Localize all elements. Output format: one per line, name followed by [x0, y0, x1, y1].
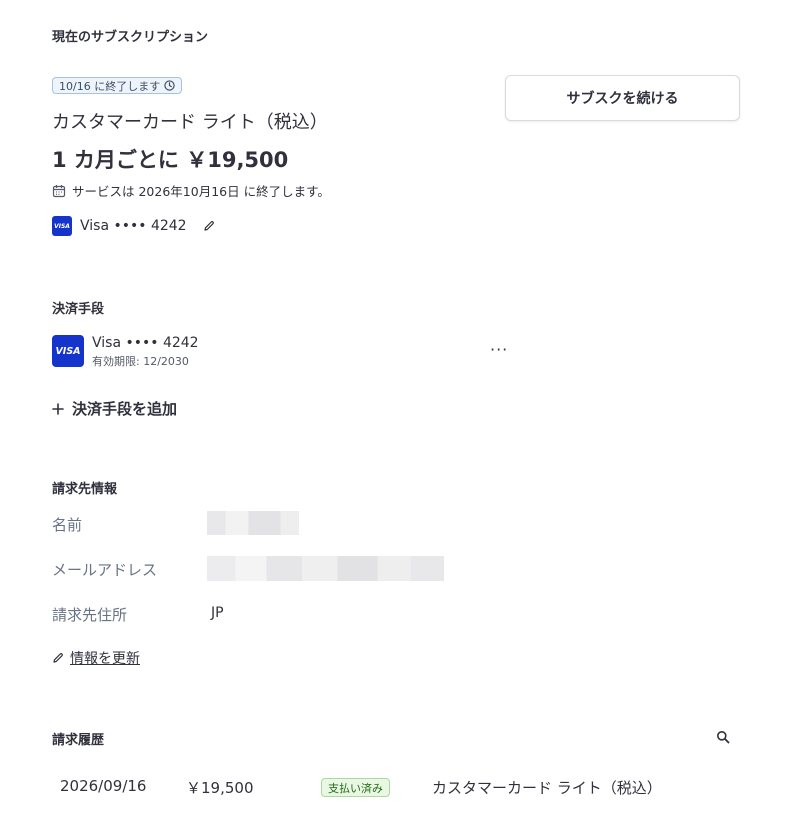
billing-info-title: 請求先情報 — [52, 482, 118, 497]
email-label: メールアドレス — [52, 561, 158, 579]
add-payment-method-label: 決済手段を追加 — [72, 400, 178, 418]
plus-icon — [52, 402, 64, 415]
add-payment-method-button[interactable]: 決済手段を追加 — [52, 398, 177, 419]
card-details: Visa •••• 4242 有効期限: 12/2030 — [92, 335, 199, 369]
invoice-amount: ￥19,500 — [186, 779, 254, 797]
payment-methods-title: 決済手段 — [52, 302, 105, 317]
pencil-icon[interactable] — [203, 220, 215, 232]
clock-icon — [164, 80, 175, 91]
email-value-redacted — [207, 556, 444, 581]
invoice-date: 2026/09/16 — [60, 777, 147, 795]
subscription-payment-method: VISA Visa •••• 4242 — [52, 216, 215, 236]
update-info-text[interactable]: 情報を更新 — [70, 648, 140, 668]
invoice-description: カスタマーカード ライト（税込） — [432, 779, 662, 797]
visa-icon: VISA — [52, 216, 72, 236]
name-label: 名前 — [52, 516, 83, 534]
service-end-text: サービスは 2026年10月16日 に終了します。 — [72, 184, 330, 199]
pencil-icon — [52, 652, 64, 664]
plan-price: 1 カ月ごとに ￥19,500 — [52, 148, 289, 172]
current-subscription-title: 現在のサブスクリプション — [52, 30, 209, 45]
service-end-note: サービスは 2026年10月16日 に終了します。 — [52, 181, 330, 200]
visa-icon: VISA — [52, 335, 84, 367]
card-expiry: 有効期限: 12/2030 — [92, 355, 189, 368]
ending-badge: 10/16 に終了します — [52, 77, 183, 94]
search-icon[interactable] — [716, 729, 730, 748]
ending-badge-text: 10/16 に終了します — [59, 79, 161, 93]
more-options-button[interactable]: ··· — [490, 340, 508, 359]
continue-subscription-button[interactable]: サブスクを続ける — [505, 75, 740, 121]
name-value-redacted — [207, 511, 299, 535]
calendar-icon — [52, 184, 66, 198]
update-info-link[interactable]: 情報を更新 — [52, 648, 140, 668]
payment-method-card: VISA Visa •••• 4242 有効期限: 12/2030 — [52, 335, 199, 369]
status-badge: 支払い済み — [321, 778, 390, 797]
address-label: 請求先住所 — [52, 606, 128, 624]
subscription-card-label: Visa •••• 4242 — [80, 218, 187, 234]
card-label: Visa •••• 4242 — [92, 335, 199, 351]
plan-name: カスタマーカード ライト（税込） — [52, 112, 328, 133]
address-value: JP — [211, 605, 224, 621]
invoice-history-title: 請求履歴 — [52, 733, 105, 748]
